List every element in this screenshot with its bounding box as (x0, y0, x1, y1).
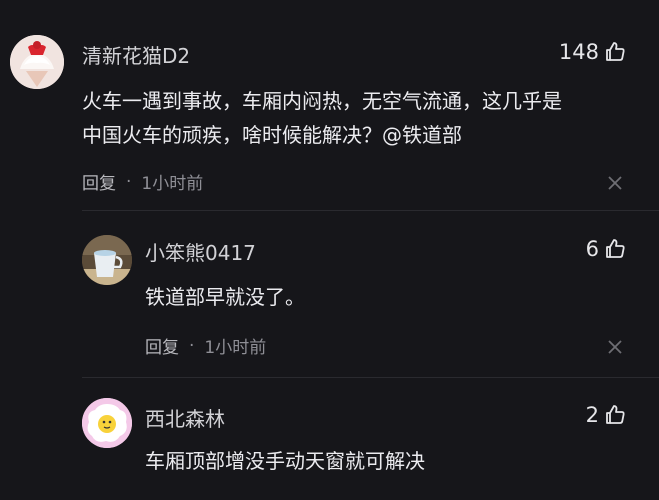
close-icon[interactable] (606, 174, 624, 192)
user-avatar[interactable] (10, 35, 64, 89)
thumbs-up-icon (606, 239, 625, 258)
thumbs-up-icon (606, 405, 625, 424)
separator: · (126, 171, 132, 192)
comment-text: 车厢顶部增没手动天窗就可解决 (145, 444, 425, 478)
like-count: 2 (585, 403, 599, 427)
timestamp: 1小时前 (204, 338, 267, 358)
reply-button[interactable]: 回复 (82, 169, 116, 194)
user-avatar[interactable] (82, 398, 132, 448)
comment-meta: 回复 · 1小时前 (82, 169, 204, 195)
comment-text-line: 车厢顶部增没手动天窗就可解决 (145, 449, 425, 473)
like-count: 6 (585, 237, 599, 261)
separator: · (189, 335, 195, 356)
username[interactable]: 清新花猫D2 (82, 40, 190, 69)
comment-text: 火车一遇到事故，车厢内闷热，无空气流通，这几乎是 中国火车的顽疾，啥时候能解决？… (82, 84, 562, 152)
cup-photo-avatar-icon (82, 235, 132, 285)
divider (82, 377, 659, 378)
thumbs-up-icon (606, 42, 625, 61)
like-button[interactable]: 2 (586, 403, 627, 427)
like-count: 148 (558, 40, 599, 64)
reply-button[interactable]: 回复 (145, 333, 179, 358)
comment-thread: 清新花猫D2 148 火车一遇到事故，车厢内闷热，无空气流通，这几乎是 中国火车… (0, 0, 659, 500)
ice-cream-avatar-icon (10, 35, 64, 89)
close-icon[interactable] (606, 338, 624, 356)
username[interactable]: 西北森林 (145, 403, 225, 432)
timestamp: 1小时前 (141, 174, 204, 194)
comment-meta: 回复 · 1小时前 (145, 333, 267, 359)
fried-egg-avatar-icon (82, 398, 132, 448)
user-avatar[interactable] (82, 235, 132, 285)
comment-text-line: 火车一遇到事故，车厢内闷热，无空气流通，这几乎是 (82, 89, 562, 113)
like-button[interactable]: 6 (586, 237, 627, 261)
like-button[interactable]: 148 (559, 40, 627, 64)
comment-text-line: 中国火车的顽疾，啥时候能解决？@铁道部 (82, 123, 462, 147)
comment-text-line: 铁道部早就没了。 (145, 285, 305, 309)
username[interactable]: 小笨熊0417 (145, 237, 256, 266)
divider (82, 210, 659, 211)
comment-text: 铁道部早就没了。 (145, 280, 305, 314)
